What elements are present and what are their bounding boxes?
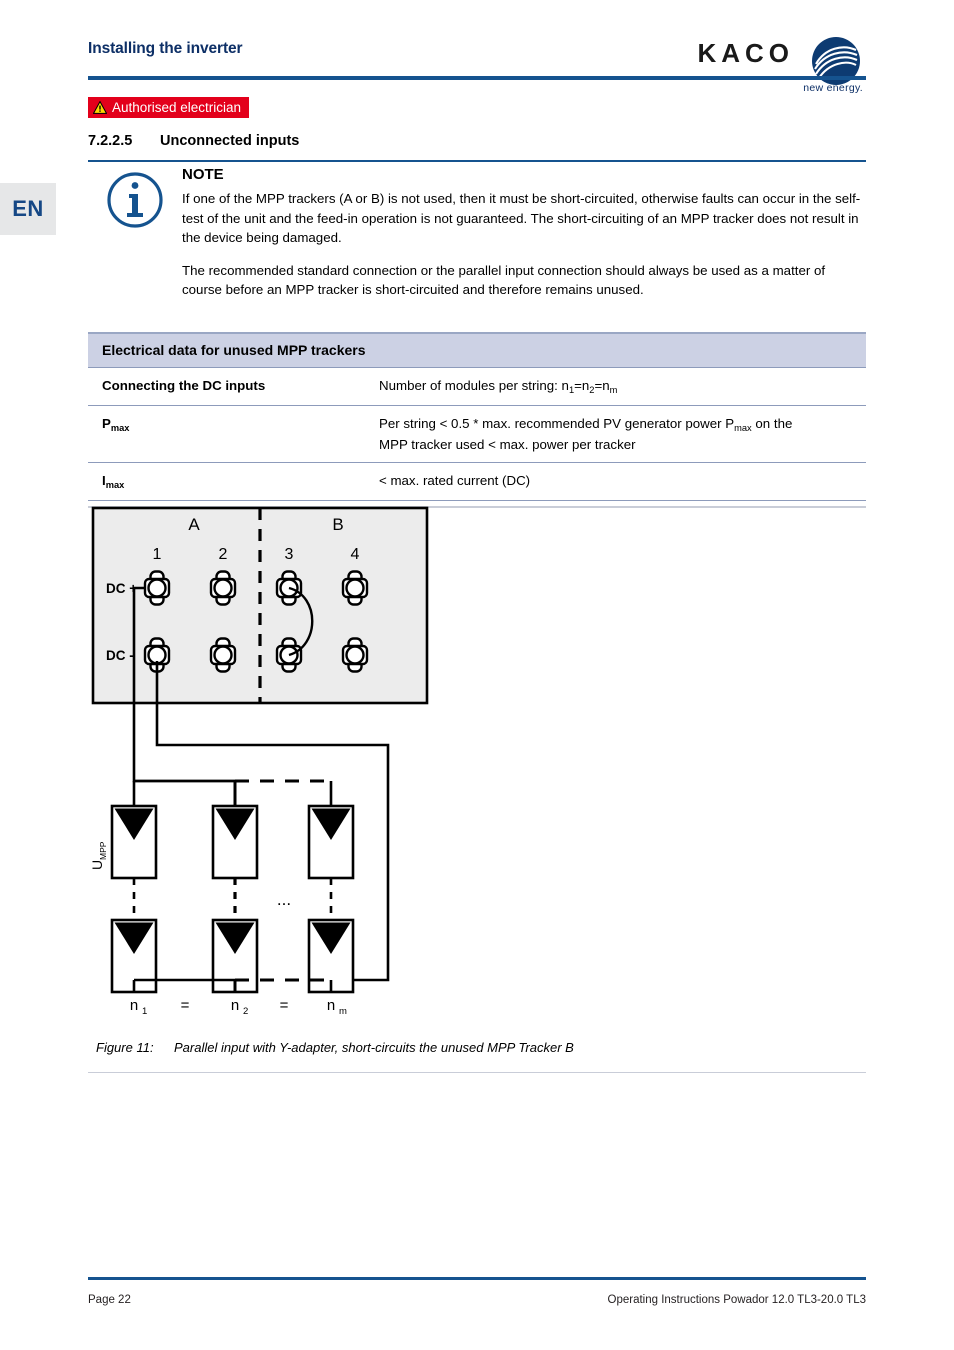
connector-number-2: 2: [219, 546, 228, 563]
warning-banner-text: Authorised electrician: [112, 99, 242, 115]
figure-divider: [88, 1072, 866, 1074]
table-row: Pmax Per string < 0.5 * max. recommended…: [88, 405, 866, 462]
circuit-diagram-figure: A B 1 2 3 4 DC + DC - ... U MPP n 1 = n …: [88, 500, 866, 1020]
authorised-electrician-banner: Authorised electrician: [88, 97, 250, 118]
string-equals-2: =: [280, 997, 289, 1014]
section-title: Unconnected inputs: [160, 133, 300, 149]
inverter-terminal-box: [91, 506, 429, 705]
electrical-data-table: Electrical data for unused MPP trackers …: [88, 332, 866, 508]
tracker-label-b: B: [332, 515, 343, 534]
table-value-sub: m: [609, 385, 618, 395]
table-value-mid: =n: [574, 378, 590, 393]
note-paragraph-1: If one of the MPP trackers (A or B) is n…: [182, 191, 861, 245]
table-label-sub: max: [110, 423, 130, 433]
row-label-dc-plus: DC +: [106, 581, 137, 596]
logo-wordmark: KACO: [697, 38, 794, 68]
table-label-text: P: [102, 416, 111, 431]
language-tab-label: EN: [12, 196, 44, 221]
info-circle-icon: [107, 172, 163, 228]
string-equals-1: =: [181, 997, 190, 1014]
voltage-label-umpp: U MPP: [89, 841, 108, 870]
string-sub-1: 1: [142, 1006, 147, 1017]
warning-triangle-icon: [93, 101, 107, 114]
voltage-label-sub: MPP: [98, 841, 108, 860]
table-value-text: Per string < 0.5 * max. recommended PV g…: [379, 416, 735, 431]
string-label-n1: n: [130, 997, 138, 1014]
table-value-mid: =n: [594, 378, 610, 393]
string-count-equation: n 1 = n 2 = n m: [130, 997, 347, 1017]
footer-divider: [88, 1277, 866, 1280]
table-value-mid: on the: [751, 416, 793, 431]
section-number: 7.2.2.5: [88, 133, 133, 149]
pv-module-stringm-top: [307, 804, 355, 880]
string-label-n2: n: [231, 997, 239, 1014]
figure-caption-number: Figure 11:: [96, 1040, 154, 1055]
string-sub-m: m: [339, 1006, 347, 1017]
circuit-diagram: A B 1 2 3 4 DC + DC - ... U MPP n 1 = n …: [89, 506, 429, 1017]
table-value-sub: max: [734, 423, 752, 433]
footer-page-number: Page 22: [88, 1294, 131, 1306]
figure-caption: Figure 11: Parallel input with Y-adapter,…: [96, 1040, 866, 1055]
table-value-text-line2: MPP tracker used < max. power per tracke…: [379, 437, 636, 452]
note-paragraph-2: The recommended standard connection or t…: [182, 262, 826, 298]
table-row: Imax < max. rated current (DC): [88, 462, 866, 500]
table-value-text: Number of modules per string: n: [379, 378, 569, 393]
table-value-sub: 1: [568, 385, 575, 395]
footer-document-title: Operating Instructions Powador 12.0 TL3-…: [607, 1294, 866, 1306]
logo-tagline: new energy.: [803, 82, 863, 94]
note-title: NOTE: [182, 166, 224, 183]
tracker-label-a: A: [188, 515, 200, 534]
page-title: Installing the inverter: [88, 40, 243, 57]
table-cell-value: < max. rated current (DC): [379, 471, 866, 492]
connector-number-4: 4: [351, 546, 360, 563]
table-cell-value: Per string < 0.5 * max. recommended PV g…: [379, 414, 866, 454]
table-row: Connecting the DC inputs Number of modul…: [88, 367, 866, 405]
table-label-text: Connecting the DC inputs: [102, 378, 266, 393]
table-cell-label: Pmax: [102, 414, 379, 454]
section-heading: 7.2.2.5 Unconnected inputs: [88, 133, 866, 149]
table-value-sub: 2: [589, 385, 595, 395]
connector-number-1: 1: [153, 546, 162, 563]
connector-number-3: 3: [285, 546, 294, 563]
string-label-nm: n: [327, 997, 335, 1014]
language-tab-en[interactable]: EN: [0, 183, 56, 235]
header-divider: [88, 76, 866, 80]
string-sub-2: 2: [243, 1006, 248, 1017]
pv-module-string2-top: [211, 804, 259, 880]
table-header: Electrical data for unused MPP trackers: [88, 334, 866, 367]
table-cell-value: Number of modules per string: n1=n2=nm: [379, 376, 866, 397]
row-label-dc-minus: DC -: [106, 648, 134, 663]
note-block: NOTE If one of the MPP trackers (A or B)…: [182, 166, 868, 300]
table-cell-label: Connecting the DC inputs: [102, 376, 379, 397]
figure-caption-text: Parallel input with Y-adapter, short-cir…: [174, 1040, 574, 1055]
table-cell-label: Imax: [102, 471, 379, 492]
string-ellipsis: ...: [277, 890, 291, 909]
voltage-label-u: U: [89, 860, 105, 870]
pv-module-string1-top: [110, 804, 158, 880]
table-value-text: < max. rated current (DC): [379, 473, 531, 488]
section-divider: [88, 160, 866, 162]
table-label-sub: max: [105, 480, 125, 490]
